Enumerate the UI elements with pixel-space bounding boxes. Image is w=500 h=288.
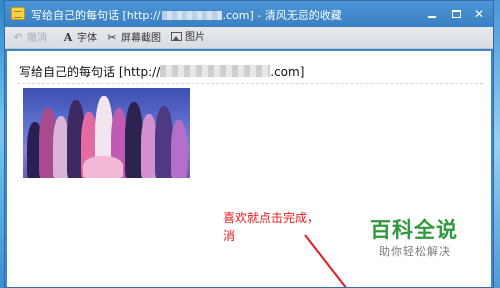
watermark-title: 百科全说 [370,218,458,242]
app-note-icon [11,7,25,20]
screenshot-label: 屏幕截图 [121,33,161,44]
undo-label: 撤消 [27,33,47,44]
insert-image-button[interactable]: 图片 [171,30,205,46]
window-title-suffix: .com] - 清风无忌的收藏 [222,9,342,22]
editor-toolbar: ↶ 撤消 A 字体 ✂ 屏幕截图 图片 [5,27,493,49]
note-editor[interactable]: 写给自己的每句话 [http://.com] 喜欢就点击完成， 消 百科全说 助… [7,51,491,287]
screenshot-button[interactable]: ✂ 屏幕截图 [105,30,161,46]
arrow-line [304,234,347,287]
font-label: 字体 [77,33,97,44]
image-label: 图片 [185,32,205,43]
title-bar[interactable]: 写给自己的每句话 [http:// .com] - 清风无忌的收藏 ✕ [5,1,493,27]
undo-icon: ↶ [13,31,23,44]
window-title: 写给自己的每句话 [http:// .com] - 清风无忌的收藏 [31,7,342,23]
undo-button[interactable]: ↶ 撤消 [11,30,47,46]
font-icon: A [63,31,73,44]
close-button[interactable]: ✕ [468,5,490,23]
scissors-icon: ✂ [107,31,117,44]
close-icon: ✕ [473,7,485,21]
maximize-button[interactable] [445,5,467,23]
font-button[interactable]: A 字体 [61,30,97,46]
image-icon [171,32,182,41]
window-title-prefix: 写给自己的每句话 [http:// [31,9,161,22]
watermark-subtitle: 助你轻松解决 [379,245,451,258]
note-window: 写给自己的每句话 [http:// .com] - 清风无忌的收藏 ✕ ↶ 撤消 A… [4,0,494,288]
maximize-icon [452,10,461,18]
redacted-url-mask [161,11,222,20]
minimize-button[interactable] [421,5,443,23]
minimize-icon [428,16,436,18]
